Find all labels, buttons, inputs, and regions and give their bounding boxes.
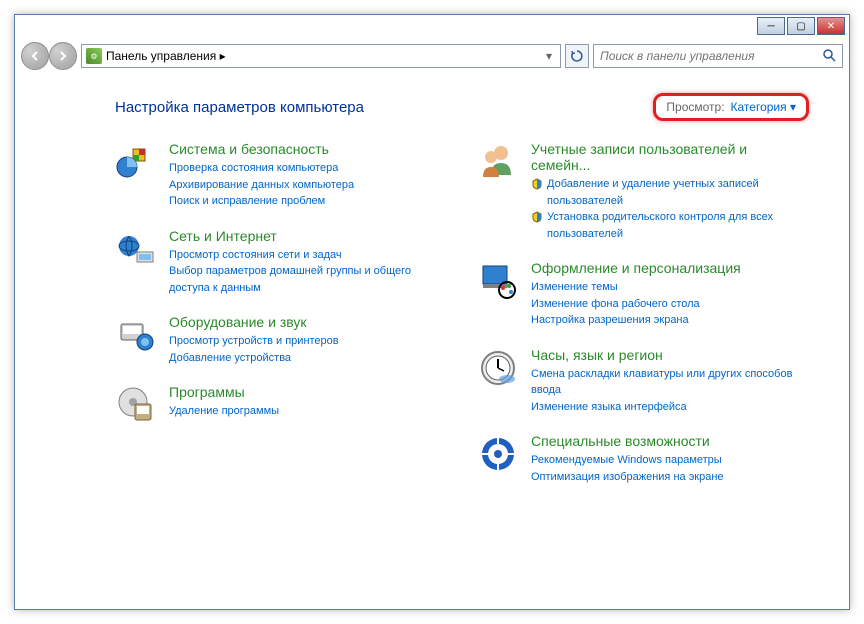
category-title[interactable]: Оформление и персонализация: [531, 260, 809, 276]
shield-icon: [531, 178, 543, 190]
view-selector: Просмотр: Категория: [653, 93, 809, 121]
category-link[interactable]: Проверка состояния компьютера: [169, 160, 447, 177]
minimize-button[interactable]: ─: [757, 17, 785, 35]
category-link[interactable]: Смена раскладки клавиатуры или других сп…: [531, 366, 809, 399]
category-title[interactable]: Сеть и Интернет: [169, 228, 447, 244]
category-body: Учетные записи пользователей и семейн...…: [531, 141, 809, 242]
category-link[interactable]: Добавление и удаление учетных записей по…: [547, 176, 809, 209]
category-title[interactable]: Специальные возможности: [531, 433, 809, 449]
left-column: Система и безопасность Проверка состояния…: [115, 141, 447, 503]
navigation-row: ⚙ Панель управления ▸ ▾: [15, 39, 849, 73]
category-link[interactable]: Оптимизация изображения на экране: [531, 469, 809, 486]
category-title[interactable]: Оборудование и звук: [169, 314, 447, 330]
category-link[interactable]: Изменение фона рабочего стола: [531, 296, 809, 313]
category-title[interactable]: Система и безопасность: [169, 141, 447, 157]
network-icon: [115, 228, 157, 270]
arrow-right-icon: [57, 50, 69, 62]
nav-buttons: [21, 42, 77, 70]
category-link[interactable]: Удаление программы: [169, 403, 447, 420]
refresh-icon: [570, 49, 584, 63]
category-body: Часы, язык и регион Смена раскладки клави…: [531, 347, 809, 416]
right-column: Учетные записи пользователей и семейн...…: [477, 141, 809, 503]
category-body: Сеть и Интернет Просмотр состояния сети и…: [169, 228, 447, 297]
category-link[interactable]: Установка родительского контроля для все…: [547, 209, 809, 242]
category-item: Программы Удаление программы: [115, 384, 447, 426]
category-body: Программы Удаление программы: [169, 384, 447, 426]
refresh-button[interactable]: [565, 44, 589, 68]
header-row: Настройка параметров компьютера Просмотр…: [115, 93, 809, 121]
category-link[interactable]: Поиск и исправление проблем: [169, 193, 447, 210]
control-panel-icon: ⚙: [86, 48, 102, 64]
category-link[interactable]: Просмотр состояния сети и задач: [169, 247, 447, 264]
category-link[interactable]: Добавление устройства: [169, 350, 447, 367]
view-dropdown[interactable]: Категория: [731, 100, 796, 114]
category-item: Система и безопасность Проверка состояния…: [115, 141, 447, 210]
category-link[interactable]: Архивирование данных компьютера: [169, 177, 447, 194]
category-title[interactable]: Программы: [169, 384, 447, 400]
forward-button[interactable]: [49, 42, 77, 70]
category-link[interactable]: Настройка разрешения экрана: [531, 312, 809, 329]
category-link[interactable]: Изменение языка интерфейса: [531, 399, 809, 416]
category-columns: Система и безопасность Проверка состояния…: [115, 141, 809, 503]
category-item: Оборудование и звук Просмотр устройств и …: [115, 314, 447, 366]
category-item: Сеть и Интернет Просмотр состояния сети и…: [115, 228, 447, 297]
category-link[interactable]: Изменение темы: [531, 279, 809, 296]
control-panel-window: ─ ▢ ✕ ⚙ Панель управления ▸ ▾: [14, 14, 850, 610]
search-input[interactable]: [600, 49, 822, 63]
clock-icon: [477, 347, 519, 389]
programs-icon: [115, 384, 157, 426]
category-item: Учетные записи пользователей и семейн...…: [477, 141, 809, 242]
link-with-shield: Установка родительского контроля для все…: [531, 209, 809, 242]
arrow-left-icon: [29, 50, 41, 62]
category-body: Оформление и персонализация Изменение тем…: [531, 260, 809, 329]
maximize-button[interactable]: ▢: [787, 17, 815, 35]
access-icon: [477, 433, 519, 475]
search-bar[interactable]: [593, 44, 843, 68]
shield-icon: [531, 211, 543, 223]
hardware-icon: [115, 314, 157, 356]
category-title[interactable]: Учетные записи пользователей и семейн...: [531, 141, 809, 173]
system-icon: [115, 141, 157, 183]
category-title[interactable]: Часы, язык и регион: [531, 347, 809, 363]
category-body: Специальные возможности Рекомендуемые Win…: [531, 433, 809, 485]
search-icon[interactable]: [822, 48, 836, 65]
appearance-icon: [477, 260, 519, 302]
link-with-shield: Добавление и удаление учетных записей по…: [531, 176, 809, 209]
category-link[interactable]: Просмотр устройств и принтеров: [169, 333, 447, 350]
users-icon: [477, 141, 519, 183]
category-item: Часы, язык и регион Смена раскладки клави…: [477, 347, 809, 416]
close-button[interactable]: ✕: [817, 17, 845, 35]
category-link[interactable]: Рекомендуемые Windows параметры: [531, 452, 809, 469]
category-link[interactable]: Выбор параметров домашней группы и общег…: [169, 263, 447, 296]
address-dropdown[interactable]: ▾: [542, 49, 556, 63]
address-bar[interactable]: ⚙ Панель управления ▸ ▾: [81, 44, 561, 68]
category-body: Система и безопасность Проверка состояния…: [169, 141, 447, 210]
category-item: Оформление и персонализация Изменение тем…: [477, 260, 809, 329]
address-text: Панель управления ▸: [106, 49, 538, 63]
view-label: Просмотр:: [666, 100, 724, 114]
window-controls: ─ ▢ ✕: [757, 17, 845, 35]
category-item: Специальные возможности Рекомендуемые Win…: [477, 433, 809, 485]
back-button[interactable]: [21, 42, 49, 70]
page-title: Настройка параметров компьютера: [115, 99, 364, 116]
content-area: Настройка параметров компьютера Просмотр…: [15, 73, 849, 609]
category-body: Оборудование и звук Просмотр устройств и …: [169, 314, 447, 366]
